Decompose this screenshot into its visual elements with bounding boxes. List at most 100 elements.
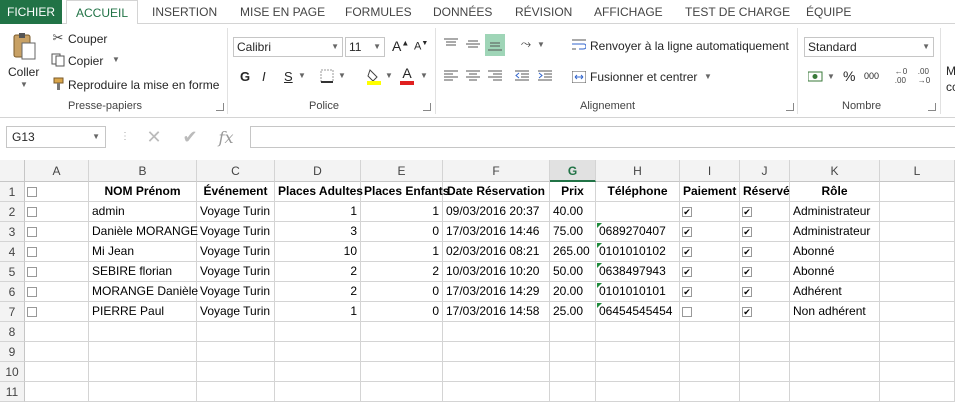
tab-revision[interactable]: RÉVISION [515,0,572,24]
paid-checkbox[interactable]: ✔ [682,267,692,277]
row-header-1[interactable]: 1 [0,182,25,202]
column-header-j[interactable]: J [740,160,790,182]
column-header-f[interactable]: F [443,160,550,182]
adults-cell[interactable]: 2 [275,262,361,282]
spreadsheet-grid[interactable]: ABCDEFGHIJKL 1 2 3 4 5 6 7 8 9 10 11 NOM Prénom Évé… [0,160,955,402]
header-cell[interactable]: Rôle [790,182,880,202]
column-header-b[interactable]: B [89,160,197,182]
row-select-checkbox[interactable] [27,227,37,237]
cell-i10[interactable] [680,362,740,382]
name-cell[interactable]: admin [89,202,197,222]
name-cell[interactable]: MORANGE Danièle [89,282,198,302]
paid-checkbox[interactable]: ✔ [682,207,692,217]
cancel-icon[interactable]: ✕ [140,127,168,147]
cell-d8[interactable] [275,322,361,342]
cell-l5[interactable] [880,262,955,282]
cell-k8[interactable] [790,322,880,342]
tab-fichier[interactable]: FICHIER [0,0,62,24]
header-cell[interactable]: Réservé [740,182,790,202]
shrink-font-button[interactable]: A▼ [414,40,428,53]
cell-e10[interactable] [361,362,443,382]
enter-icon[interactable]: ✔ [176,127,204,147]
cell-h11[interactable] [596,382,680,402]
row-select-checkbox[interactable] [27,247,37,257]
cell-a11[interactable] [25,382,89,402]
cell-f9[interactable] [443,342,550,362]
header-cell[interactable]: Téléphone [596,182,680,202]
cell-e8[interactable] [361,322,443,342]
merge-center-button[interactable]: Fusionner et centrer [590,70,697,84]
reserved-checkbox[interactable]: ✔ [742,247,752,257]
fill-color-dropdown-icon[interactable]: ▼ [385,71,393,80]
cell-e11[interactable] [361,382,443,402]
role-cell[interactable]: Abonné [790,262,880,282]
cell-j9[interactable] [740,342,790,362]
row-select-checkbox[interactable] [27,307,37,317]
row-header-5[interactable]: 5 [0,262,25,282]
cell-k9[interactable] [790,342,880,362]
row-header-7[interactable]: 7 [0,302,25,322]
paid-checkbox[interactable]: ✔ [682,227,692,237]
paste-icon[interactable] [10,30,38,62]
phone-cell[interactable]: 0689270407 [596,222,680,242]
adults-cell[interactable]: 1 [275,202,361,222]
tab-donnees[interactable]: DONNÉES [433,0,492,24]
phone-cell[interactable]: 0101010102 [596,242,680,262]
currency-icon[interactable] [806,68,826,86]
adults-cell[interactable]: 3 [275,222,361,242]
cell-b11[interactable] [89,382,197,402]
column-header-i[interactable]: I [680,160,740,182]
cell-i8[interactable] [680,322,740,342]
name-box[interactable]: G13 ▼ [6,126,106,148]
cell-h8[interactable] [596,322,680,342]
paid-checkbox[interactable]: ✔ [682,287,692,297]
role-cell[interactable]: Administrateur [790,222,880,242]
row-select-checkbox[interactable] [27,267,37,277]
cell-g8[interactable] [550,322,596,342]
cell-l1[interactable] [880,182,955,202]
adults-cell[interactable]: 1 [275,302,361,322]
adults-cell[interactable]: 10 [275,242,361,262]
align-top-icon[interactable] [441,34,461,54]
cell-h9[interactable] [596,342,680,362]
tab-formules[interactable]: FORMULES [345,0,412,24]
cell-f8[interactable] [443,322,550,342]
date-cell[interactable]: 09/03/2016 20:37 [443,202,550,222]
name-cell[interactable]: Danièle MORANGE [89,222,198,242]
children-cell[interactable]: 0 [361,222,443,242]
conditional-format-label[interactable]: M [946,64,955,78]
column-header-g[interactable]: G [550,160,596,182]
row-header-10[interactable]: 10 [0,362,25,382]
cell-j8[interactable] [740,322,790,342]
role-cell[interactable]: Abonné [790,242,880,262]
row-header-8[interactable]: 8 [0,322,25,342]
paste-dropdown-icon[interactable]: ▼ [20,80,28,89]
clipboard-launcher-icon[interactable] [216,103,224,111]
number-launcher-icon[interactable] [928,103,936,111]
font-size-select[interactable]: 11 ▼ [345,37,385,57]
name-cell[interactable]: SEBIRE florian [89,262,197,282]
cell-k11[interactable] [790,382,880,402]
cell-f10[interactable] [443,362,550,382]
header-cell[interactable]: Événement [197,182,275,202]
children-cell[interactable]: 2 [361,262,443,282]
borders-icon[interactable] [317,67,337,85]
paid-checkbox[interactable] [682,307,692,317]
cell-f11[interactable] [443,382,550,402]
align-center-icon[interactable] [463,66,483,86]
cell-j10[interactable] [740,362,790,382]
column-header-a[interactable]: A [25,160,89,182]
align-middle-icon[interactable] [463,34,483,54]
orientation-dropdown-icon[interactable]: ▼ [537,40,545,49]
row-header-2[interactable]: 2 [0,202,25,222]
name-cell[interactable]: PIERRE Paul [89,302,197,322]
price-cell[interactable]: 25.00 [550,302,596,322]
row-header-6[interactable]: 6 [0,282,25,302]
cell-i11[interactable] [680,382,740,402]
wrap-text-button[interactable]: Renvoyer à la ligne automatiquement [590,39,789,53]
row-select-checkbox[interactable] [27,287,37,297]
row-header-4[interactable]: 4 [0,242,25,262]
insert-function-icon[interactable]: fx [212,127,240,147]
column-header-h[interactable]: H [596,160,680,182]
formula-input[interactable] [250,126,955,148]
